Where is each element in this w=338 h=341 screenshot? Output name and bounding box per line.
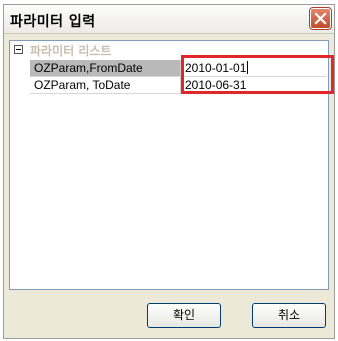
- dialog-title: 파라미터 입력: [10, 14, 96, 30]
- parameter-input-dialog: 파라미터 입력 파라미터 리스트 OZParam,FromDate 2010-0…: [3, 4, 335, 339]
- parameter-value-todate: 2010-06-31: [185, 78, 247, 92]
- collapse-toggle-icon[interactable]: [14, 45, 23, 54]
- parameter-row: OZParam,FromDate 2010-01-01: [10, 60, 328, 77]
- close-icon: [314, 12, 327, 25]
- parameter-group-row: 파라미터 리스트: [10, 42, 328, 59]
- parameter-value-fromdate: 2010-01-01: [185, 61, 247, 75]
- parameter-row: OZParam, ToDate 2010-06-31: [10, 77, 328, 94]
- parameter-list-panel: 파라미터 리스트 OZParam,FromDate 2010-01-01 OZP…: [9, 40, 334, 290]
- cancel-button[interactable]: 취소: [252, 303, 326, 328]
- parameter-group-label: 파라미터 리스트: [30, 44, 112, 58]
- parameter-name-todate[interactable]: OZParam, ToDate: [30, 77, 181, 94]
- parameter-value-fromdate-field[interactable]: 2010-01-01: [181, 60, 326, 77]
- text-cursor: [247, 61, 249, 74]
- parameter-name-fromdate[interactable]: OZParam,FromDate: [30, 60, 181, 77]
- parameter-value-todate-field[interactable]: 2010-06-31: [181, 77, 326, 94]
- title-bar[interactable]: 파라미터 입력: [4, 5, 334, 34]
- ok-button[interactable]: 확인: [147, 303, 221, 328]
- close-button[interactable]: [309, 7, 332, 30]
